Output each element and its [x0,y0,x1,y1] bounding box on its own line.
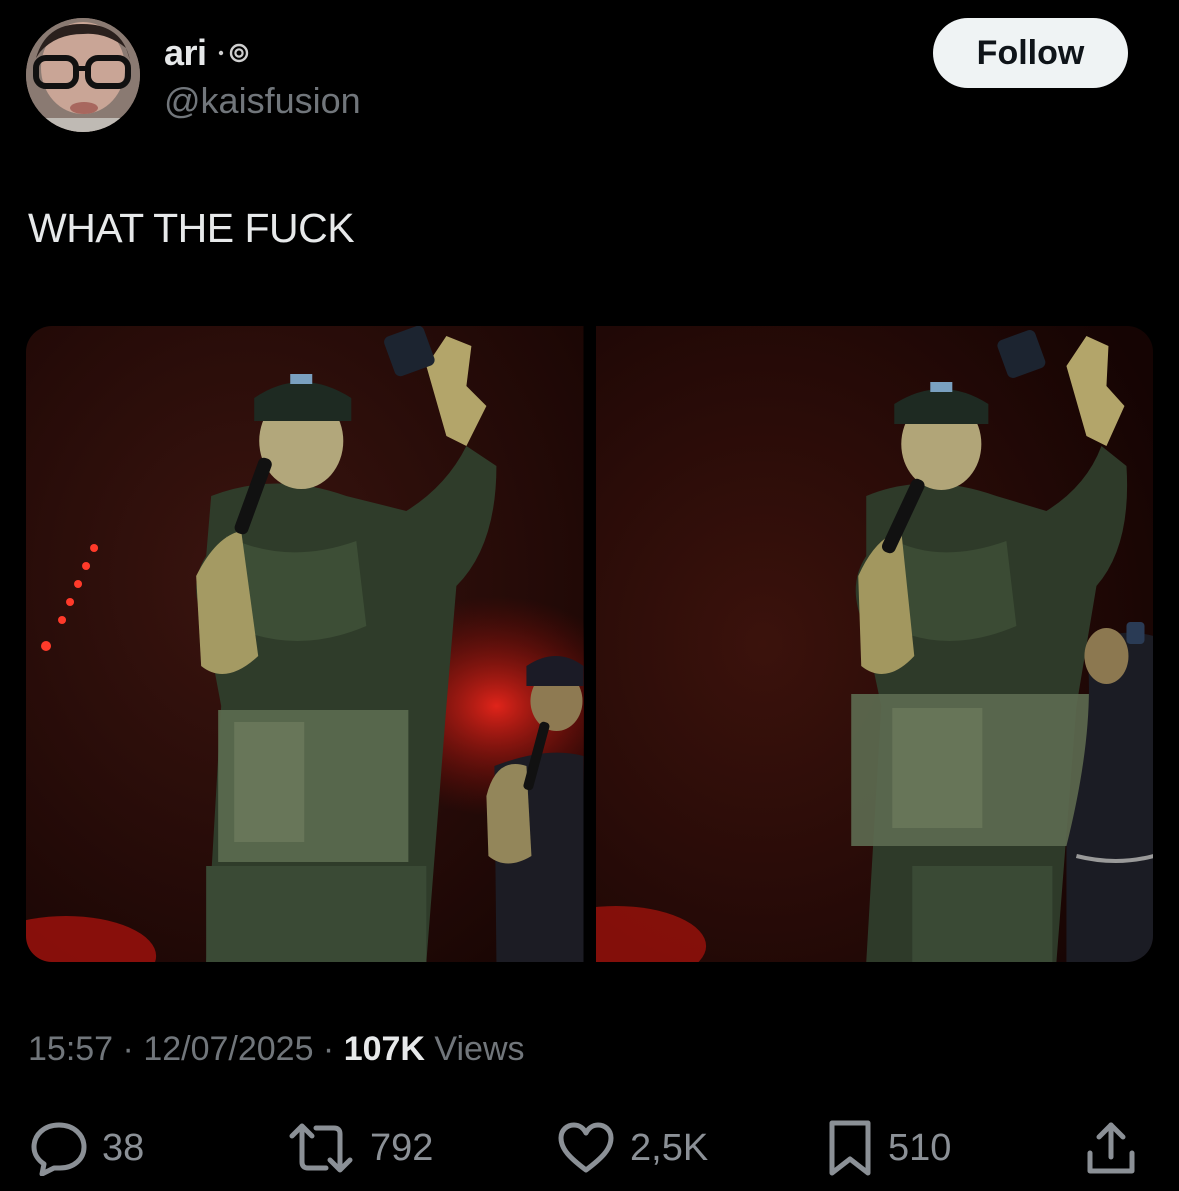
meta-separator: · [113,1030,144,1068]
bookmark-icon [826,1119,874,1177]
media-grid [26,326,1153,962]
reply-icon [30,1120,88,1176]
photo-right[interactable] [595,326,1153,962]
tweet-time[interactable]: 15:57 [28,1030,113,1068]
action-bar: 38 792 2,5K 510 [0,1118,1179,1178]
meta-separator: · [313,1030,344,1068]
author-handle[interactable]: @kaisfusion [164,80,361,122]
tweet-meta: 15:57 · 12/07/2025 · 107K Views [28,1030,525,1069]
follow-button[interactable]: Follow [933,18,1128,88]
share-icon [1084,1119,1138,1177]
like-count: 2,5K [630,1126,709,1169]
views-label: Views [424,1030,525,1068]
spiral-icon [215,41,255,65]
display-name[interactable]: ari [164,32,207,74]
author-name-row[interactable]: ari [164,30,255,76]
avatar[interactable] [26,18,140,132]
tweet-date[interactable]: 12/07/2025 [143,1030,313,1068]
repost-count: 792 [370,1126,434,1169]
bookmark-count: 510 [888,1126,952,1169]
like-icon [556,1120,616,1176]
photo-left[interactable] [26,326,584,962]
repost-button[interactable]: 792 [286,1118,433,1178]
reply-button[interactable]: 38 [30,1118,144,1178]
like-button[interactable]: 2,5K [556,1118,708,1178]
tweet-text: WHAT THE FUCK [28,205,355,251]
share-button[interactable] [1084,1118,1138,1178]
repost-icon [286,1120,356,1176]
reply-count: 38 [102,1126,145,1169]
tweet: ari @kaisfusion Follow WHAT THE FUCK 15:… [0,0,1179,1191]
bookmark-button[interactable]: 510 [826,1118,951,1178]
views-count: 107K [343,1030,425,1068]
